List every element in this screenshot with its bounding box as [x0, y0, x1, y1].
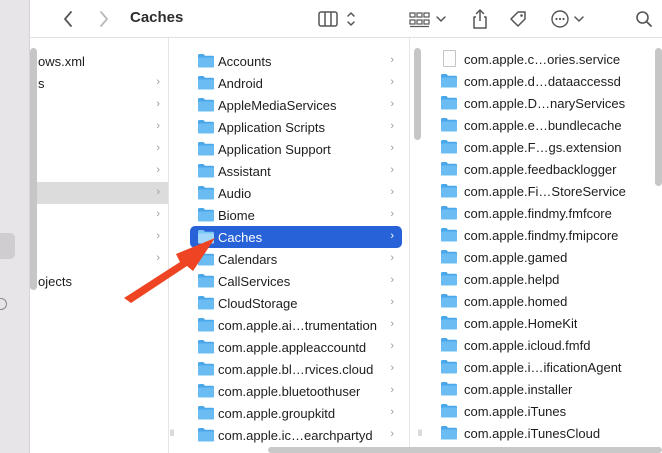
annotation-arrow-icon	[124, 238, 215, 303]
